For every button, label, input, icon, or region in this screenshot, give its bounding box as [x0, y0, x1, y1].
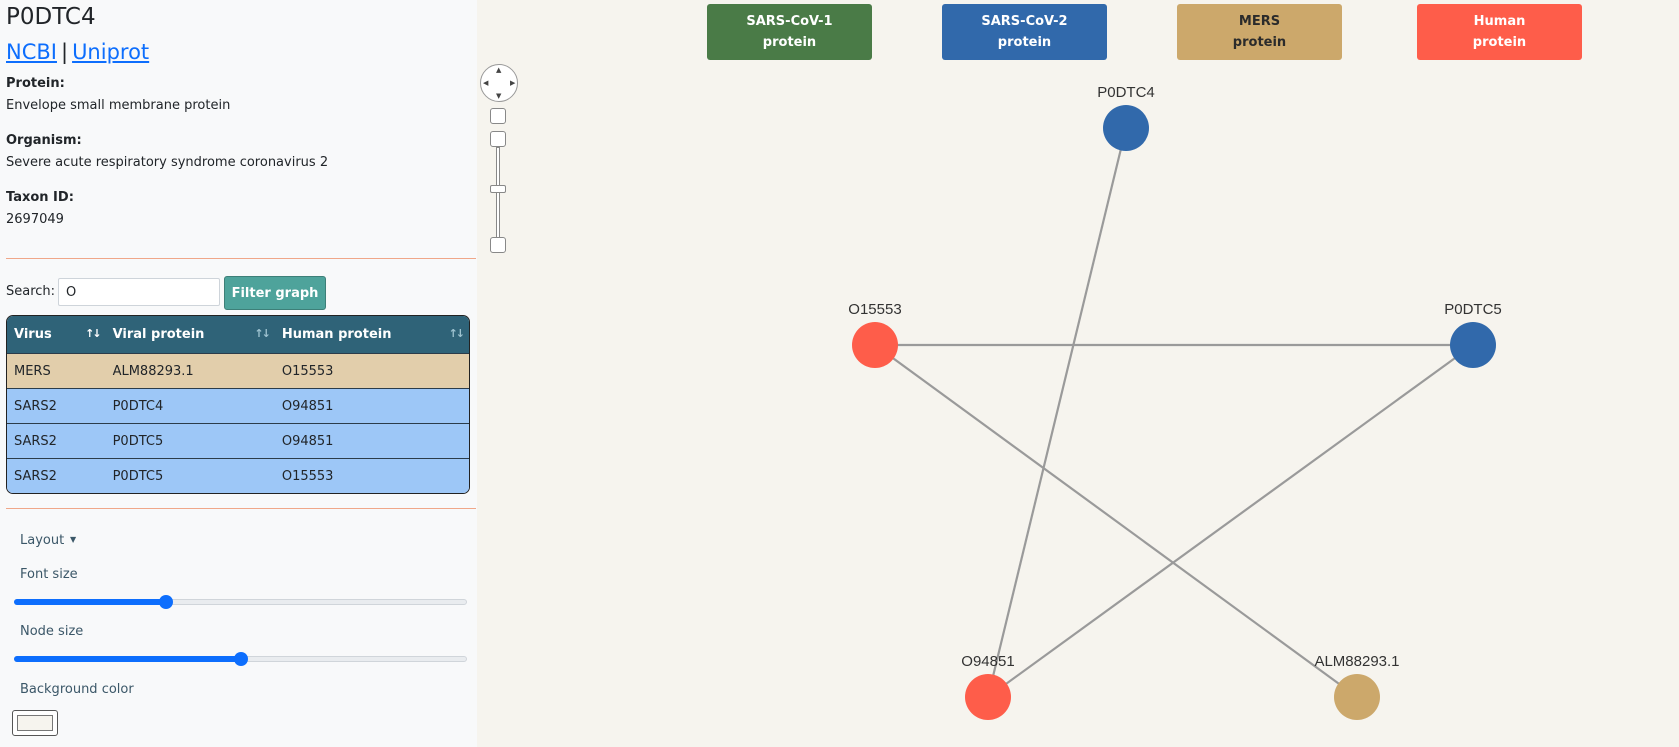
graph-node-label: O15553 [848, 301, 901, 318]
protein-label: Protein: [6, 76, 65, 91]
slider-thumb[interactable] [233, 652, 248, 666]
node-size-label: Node size [20, 624, 84, 639]
cell-virus: SARS2 [14, 398, 57, 414]
zoom-out-button[interactable] [490, 237, 506, 253]
cell-virus: MERS [14, 363, 51, 379]
zoom-slider-track[interactable] [496, 147, 500, 243]
zoom-fit-button[interactable] [490, 108, 506, 124]
cell-viral-protein: P0DTC4 [112, 398, 164, 414]
caret-down-icon: ▼ [70, 535, 77, 544]
pan-down-icon[interactable]: ▼ [496, 93, 501, 100]
sort-icon[interactable]: ↑↓ [85, 327, 102, 340]
cell-human-protein: O15553 [281, 363, 334, 379]
zoom-slider-handle[interactable] [490, 185, 506, 193]
filter-graph-button[interactable]: Filter graph [224, 276, 326, 310]
node-size-slider[interactable] [14, 651, 467, 666]
slider-thumb[interactable] [158, 595, 173, 609]
background-color-label: Background color [20, 682, 134, 697]
graph-node-label: P0DTC5 [1444, 301, 1502, 318]
cell-viral-protein: P0DTC5 [112, 433, 164, 449]
cell-viral-protein: P0DTC5 [112, 468, 164, 484]
cell-viral-protein: ALM88293.1 [112, 363, 194, 379]
graph-node[interactable] [965, 674, 1011, 720]
graph-node-label: ALM88293.1 [1314, 653, 1399, 670]
cell-human-protein: O94851 [281, 398, 334, 414]
zoom-in-button[interactable] [490, 131, 506, 147]
pan-right-icon[interactable]: ▶ [510, 80, 515, 87]
slider-fill [14, 656, 241, 662]
table-row[interactable]: SARS2 P0DTC4 O94851 [7, 388, 469, 423]
background-color-picker[interactable] [12, 710, 58, 736]
header-human-protein[interactable]: Human protein ↑↓ [275, 316, 469, 353]
link-separator: | [60, 40, 69, 64]
search-label: Search: [6, 284, 56, 299]
font-size-slider[interactable] [14, 594, 467, 609]
search-input[interactable] [58, 278, 220, 306]
sort-icon[interactable]: ↑↓ [449, 327, 466, 340]
graph-node[interactable] [1334, 674, 1380, 720]
graph-edge[interactable] [874, 344, 1358, 698]
layout-dropdown[interactable]: Layout [20, 533, 64, 548]
legend-mers[interactable]: MERS protein [1177, 4, 1342, 60]
table-row[interactable]: MERS ALM88293.1 O15553 [7, 353, 469, 388]
network-svg[interactable]: P0DTC4 O15553 P0DTC5 O94851 ALM88293.1 [477, 0, 1679, 747]
header-viral-protein[interactable]: Viral protein ↑↓ [106, 316, 275, 353]
external-links: NCBI | Uniprot [6, 40, 149, 64]
graph-node[interactable] [852, 322, 898, 368]
table-row[interactable]: SARS2 P0DTC5 O15553 [7, 458, 469, 493]
app-root: P0DTC4 NCBI | Uniprot Protein: Envelope sm… [0, 0, 1679, 747]
taxon-value: 2697049 [6, 212, 64, 227]
cell-virus: SARS2 [14, 433, 57, 449]
cell-human-protein: O15553 [281, 468, 334, 484]
table-body: MERS ALM88293.1 O15553 SARS2 P0DTC4 O94851 SAR… [7, 353, 469, 493]
organism-label: Organism: [6, 133, 82, 148]
graph-node-label: O94851 [961, 653, 1014, 670]
font-size-label: Font size [20, 567, 78, 582]
legend-sars-cov-1[interactable]: SARS-CoV-1 protein [707, 4, 872, 60]
color-swatch-fill [17, 715, 53, 731]
protein-value: Envelope small membrane protein [6, 98, 231, 113]
uniprot-link[interactable]: Uniprot [72, 40, 149, 64]
graph-node-label: P0DTC4 [1097, 84, 1155, 101]
taxon-label: Taxon ID: [6, 190, 74, 205]
graph-node[interactable] [1103, 105, 1149, 151]
slider-fill [14, 599, 166, 605]
divider-bottom [6, 508, 476, 509]
legend-sars-cov-2[interactable]: SARS-CoV-2 protein [942, 4, 1107, 60]
pan-left-icon[interactable]: ◀ [483, 80, 488, 87]
graph-node[interactable] [1450, 322, 1496, 368]
organism-value: Severe acute respiratory syndrome corona… [6, 155, 329, 170]
pan-control[interactable]: ▲ ▼ ◀ ▶ [480, 64, 518, 102]
header-virus[interactable]: Virus ↑↓ [7, 316, 106, 353]
table-header: Virus ↑↓ Viral protein ↑↓ Human protein … [7, 316, 469, 353]
sort-icon[interactable]: ↑↓ [254, 327, 271, 340]
interactions-table: Virus ↑↓ Viral protein ↑↓ Human protein … [6, 315, 470, 494]
divider-top [6, 258, 476, 259]
table-row[interactable]: SARS2 P0DTC5 O94851 [7, 423, 469, 458]
cell-virus: SARS2 [14, 468, 57, 484]
cell-human-protein: O94851 [281, 433, 334, 449]
sidebar: P0DTC4 NCBI | Uniprot Protein: Envelope sm… [0, 0, 477, 747]
network-graph[interactable]: P0DTC4 O15553 P0DTC5 O94851 ALM88293.1 SARS-… [477, 0, 1679, 747]
pan-up-icon[interactable]: ▲ [496, 67, 501, 74]
ncbi-link[interactable]: NCBI [6, 40, 57, 64]
protein-title: P0DTC4 [6, 4, 96, 30]
legend-human[interactable]: Human protein [1417, 4, 1582, 60]
